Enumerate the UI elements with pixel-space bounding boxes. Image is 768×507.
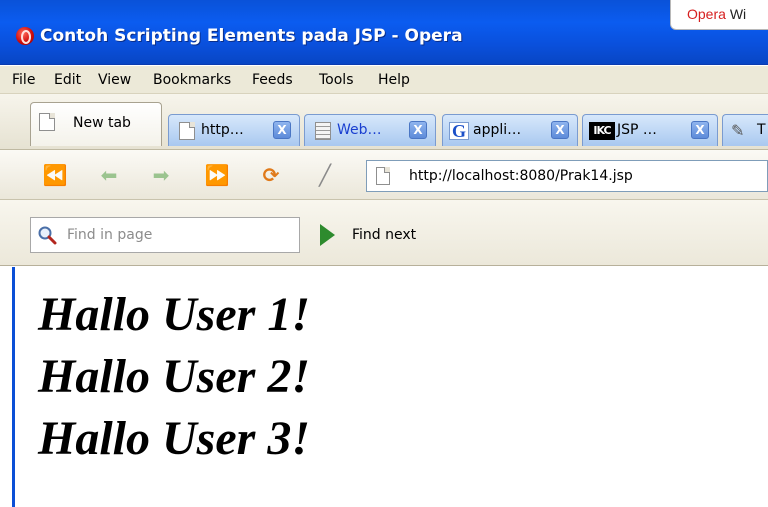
find-next-label: Find next — [352, 227, 417, 243]
close-icon[interactable]: X — [273, 121, 291, 139]
tab-new-tab[interactable]: New tab — [30, 102, 162, 146]
document-icon — [39, 113, 55, 131]
opera-logo-icon — [16, 27, 34, 45]
tab-http[interactable]: http… X — [168, 114, 300, 146]
magnifier-icon — [38, 226, 57, 245]
greeting-line-2: Hallo User 2! — [38, 350, 311, 403]
ikc-icon: IKC — [589, 122, 615, 140]
address-field[interactable]: http://localhost:8080/Prak14.jsp — [366, 160, 768, 192]
tab-web[interactable]: Web… X — [304, 114, 436, 146]
forward-icon[interactable]: ➡ — [148, 163, 174, 187]
find-in-page-field[interactable] — [30, 217, 300, 253]
window-titlebar[interactable]: Contoh Scripting Elements pada JSP - Ope… — [0, 0, 768, 65]
window-left-border — [12, 267, 15, 507]
grid-document-icon — [315, 122, 331, 140]
menu-file[interactable]: File — [12, 72, 35, 88]
tab-t[interactable]: ✎ T — [722, 114, 768, 146]
google-g-icon: G — [449, 122, 469, 140]
tab-bar: New tab http… X Web… X G appli… X IKC JS… — [0, 94, 768, 150]
menu-help[interactable]: Help — [378, 72, 410, 88]
tab-label: http… — [201, 122, 244, 138]
menu-edit[interactable]: Edit — [54, 72, 81, 88]
opera-popup-tab[interactable]: Opera Wi — [670, 0, 768, 30]
popup-brand: Opera — [687, 6, 726, 22]
menu-view[interactable]: View — [98, 72, 131, 88]
find-input[interactable] — [67, 224, 292, 246]
menu-bar: File Edit View Bookmarks Feeds Tools Hel… — [0, 66, 768, 94]
rewind-icon[interactable]: ⏪ — [42, 163, 68, 187]
close-icon[interactable]: X — [409, 121, 427, 139]
document-icon — [376, 167, 390, 185]
tab-label: T — [757, 122, 766, 138]
navigation-bar: ⏪ ⬅ ➡ ⏩ ⟳ ╱ http://localhost:8080/Prak14… — [0, 150, 768, 200]
tab-label: New tab — [73, 115, 131, 131]
reload-icon[interactable]: ⟳ — [258, 163, 284, 187]
close-icon[interactable]: X — [691, 121, 709, 139]
tab-jsp[interactable]: IKC JSP … X — [582, 114, 718, 146]
window-title: Contoh Scripting Elements pada JSP - Ope… — [40, 26, 463, 46]
menu-feeds[interactable]: Feeds — [252, 72, 293, 88]
greeting-line-3: Hallo User 3! — [38, 412, 311, 465]
page-content: Hallo User 1! Hallo User 2! Hallo User 3… — [0, 267, 768, 507]
menu-bookmarks[interactable]: Bookmarks — [153, 72, 231, 88]
edit-pen-icon[interactable]: ╱ — [312, 163, 338, 187]
close-icon[interactable]: X — [551, 121, 569, 139]
play-arrow-icon — [320, 224, 335, 246]
menu-tools[interactable]: Tools — [319, 72, 354, 88]
find-bar: Find next — [0, 200, 768, 266]
tab-label: appli… — [473, 122, 522, 138]
greeting-line-1: Hallo User 1! — [38, 288, 311, 341]
address-url: http://localhost:8080/Prak14.jsp — [409, 168, 633, 184]
back-icon[interactable]: ⬅ — [96, 163, 122, 187]
popup-suffix: Wi — [729, 6, 747, 22]
fast-forward-icon[interactable]: ⏩ — [204, 163, 230, 187]
tab-label: Web… — [337, 122, 382, 138]
document-icon — [179, 122, 195, 140]
pin-icon: ✎ — [731, 121, 745, 140]
tab-label: JSP … — [617, 122, 657, 138]
tab-google[interactable]: G appli… X — [442, 114, 578, 146]
